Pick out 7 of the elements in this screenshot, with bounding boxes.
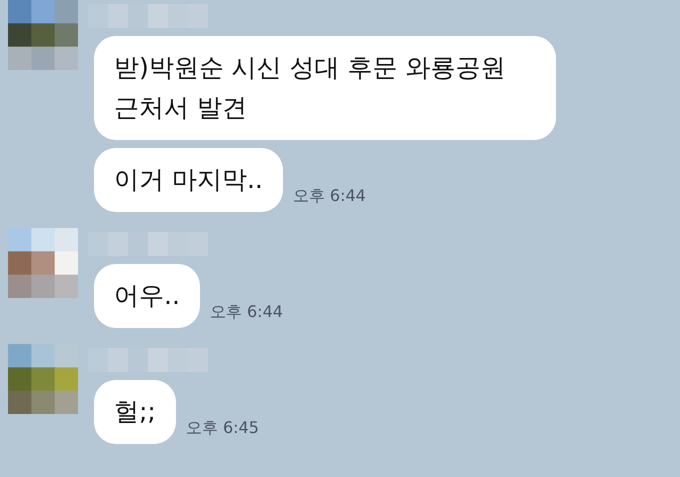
message-bubble: 받)박원순 시신 성대 후문 와룡공원 근처서 발견: [94, 36, 556, 140]
message-bubble: 어우..: [94, 264, 200, 328]
message-time: 오후 6:44: [292, 185, 366, 207]
message-time: 오후 6:44: [210, 301, 283, 323]
message-bubble: 이거 마지막..: [94, 148, 283, 212]
message-bubble: 헐;;: [94, 380, 176, 444]
message-time: 오후 6:45: [186, 417, 259, 439]
